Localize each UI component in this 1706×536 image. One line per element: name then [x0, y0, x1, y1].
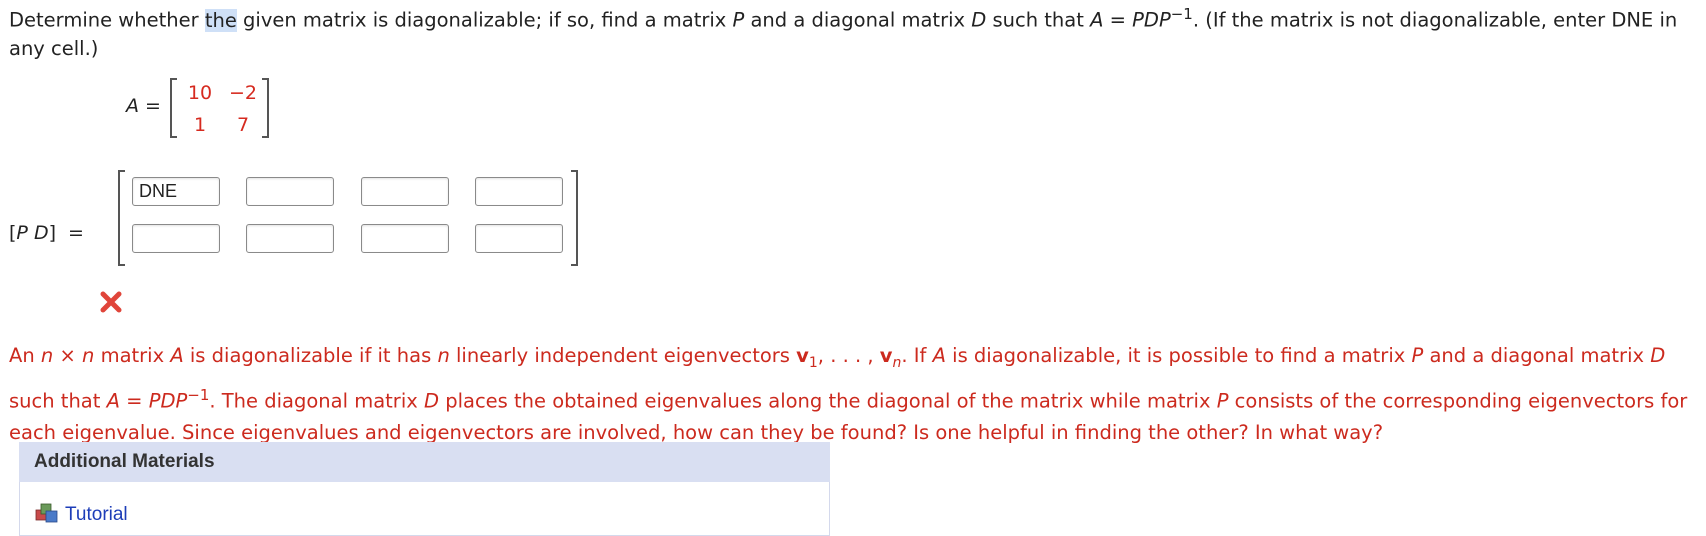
additional-materials-title: Additional Materials [34, 451, 215, 472]
matrix-a-cell: −2 [228, 82, 257, 104]
pd-label: [P D] = [9, 222, 84, 244]
selected-text-highlight: the [204, 8, 237, 32]
tutorial-link[interactable]: Tutorial [65, 504, 128, 526]
question-text: Determine whether the given matrix is di… [9, 5, 1678, 60]
pd-input-r2c1[interactable] [132, 224, 220, 253]
pd-input-r2c2[interactable] [246, 224, 334, 253]
tutorial-icon[interactable] [35, 502, 59, 524]
matrix-a-right-bracket [262, 78, 269, 138]
pd-input-r1c4[interactable] [475, 177, 563, 206]
pd-left-bracket [118, 170, 125, 266]
pd-input-r1c3[interactable] [361, 177, 449, 206]
hint-text: An n × n matrix A is diagonalizable if i… [9, 344, 1688, 445]
matrix-a-label: A = [126, 95, 161, 117]
pd-input-r1c2[interactable] [246, 177, 334, 206]
incorrect-x-icon [100, 291, 122, 313]
pd-input-r2c4[interactable] [475, 224, 563, 253]
matrix-a-cell: 7 [236, 114, 250, 136]
pd-right-bracket [571, 170, 578, 266]
pd-input-r2c3[interactable] [361, 224, 449, 253]
matrix-a-cell: 1 [193, 114, 207, 136]
pd-input-r1c1[interactable]: DNE [132, 177, 220, 206]
matrix-a-cell: 10 [187, 82, 213, 104]
matrix-a-left-bracket [170, 78, 177, 138]
